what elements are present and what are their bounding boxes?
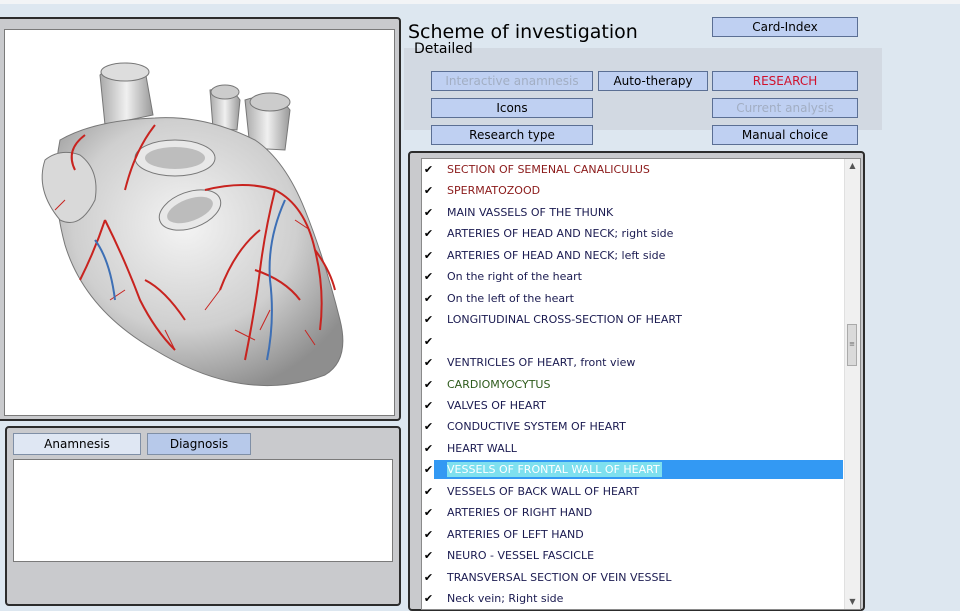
list-item-label: ARTERIES OF LEFT HAND [447,527,584,541]
list-item-label: ARTERIES OF HEAD AND NECK; left side [447,248,666,262]
list-item[interactable]: ✔ ARTERIES OF LEFT HAND [422,524,845,545]
checkmark-icon[interactable]: ✔ [422,163,435,176]
checkmark-icon[interactable]: ✔ [422,549,435,562]
list-item[interactable]: ✔ VALVES OF HEART [422,395,845,416]
list-item[interactable]: ✔ HEART WALL [422,438,845,459]
checkmark-icon[interactable]: ✔ [422,227,435,240]
checkmark-icon[interactable]: ✔ [422,463,435,476]
image-viewer [4,29,395,416]
list-item[interactable]: ✔ SECTION OF SEMENAL CANALICULUS [422,159,845,180]
list-item[interactable]: ✔ On the left of the heart [422,288,845,309]
checkmark-icon[interactable]: ✔ [422,335,435,348]
list-item[interactable]: ✔ VESSELS OF BACK WALL OF HEART [422,481,845,502]
checkmark-icon[interactable]: ✔ [422,249,435,262]
list-item-label: CARDIOMYOCYTUS [447,377,551,391]
list-item-label: ARTERIES OF RIGHT HAND [447,506,593,520]
list-item[interactable]: ✔ MAIN VASSELS OF THE THUNK [422,202,845,223]
list-item-label: Neck vein; Right side [447,592,564,605]
list-item-label: MAIN VASSELS OF THE THUNK [447,205,614,219]
list-item[interactable]: ✔ LONGITUDINAL CROSS-SECTION OF HEART [422,309,845,330]
list-item[interactable]: ✔ ARTERIES OF HEAD AND NECK; right side [422,223,845,244]
list-item[interactable]: ✔ VENTRICLES OF HEART, front view [422,352,845,373]
checkmark-icon[interactable]: ✔ [422,592,435,605]
list-item-label: CONDUCTIVE SYSTEM OF HEART [447,420,626,434]
auto-therapy-button[interactable]: Auto-therapy [598,71,708,91]
checkmark-icon[interactable]: ✔ [422,442,435,455]
list-item-label: HEART WALL [447,441,517,455]
checkmark-icon[interactable]: ✔ [422,485,435,498]
checkmark-icon[interactable]: ✔ [422,356,435,369]
checkmark-icon[interactable]: ✔ [422,420,435,433]
image-panel [0,17,401,421]
top-strip [0,0,960,4]
list-item-label: VENTRICLES OF HEART, front view [447,356,636,370]
tab-anamnesis[interactable]: Anamnesis [13,433,141,455]
list-item[interactable]: ✔ VESSELS OF FRONTAL WALL OF HEART [422,459,845,480]
list-item[interactable]: ✔ [422,331,845,352]
checkmark-icon[interactable]: ✔ [422,184,435,197]
card-index-button[interactable]: Card-Index [712,17,858,37]
list-item-label: NEURO - VESSEL FASCICLE [447,549,595,563]
list-item[interactable]: ✔ On the right of the heart [422,266,845,287]
arrow-up-icon[interactable]: ▲ [845,159,860,173]
arrow-down-icon[interactable]: ▼ [845,595,860,609]
list-item-label: SPERMATOZOOD [447,184,541,198]
scrollbar-thumb[interactable]: ≡ [847,324,857,366]
notes-text-area[interactable] [13,459,393,562]
checkmark-icon[interactable]: ✔ [422,270,435,283]
research-type-button[interactable]: Research type [431,125,593,145]
list-panel: ✔ SECTION OF SEMENAL CANALICULUS ✔ SPERMATO… [408,151,865,611]
list-item-label: VESSELS OF BACK WALL OF HEART [447,484,640,498]
grip-icon: ≡ [849,340,855,348]
icons-button[interactable]: Icons [431,98,593,118]
page-subtitle: Detailed [414,41,473,57]
list-item-label: On the left of the heart [447,291,574,305]
notes-panel: Anamnesis Diagnosis [5,426,401,606]
list-item-label: VESSELS OF FRONTAL WALL OF HEART [447,462,662,478]
list-item-label: SECTION OF SEMENAL CANALICULUS [447,163,650,176]
tab-diagnosis[interactable]: Diagnosis [147,433,251,455]
manual-choice-button[interactable]: Manual choice [712,125,858,145]
checkmark-icon[interactable]: ✔ [422,292,435,305]
list-item[interactable]: ✔ ARTERIES OF HEAD AND NECK; left side [422,245,845,266]
checkmark-icon[interactable]: ✔ [422,571,435,584]
current-analysis-button[interactable]: Current analysis [712,98,858,118]
checkmark-icon[interactable]: ✔ [422,528,435,541]
list-item[interactable]: ✔ ARTERIES OF RIGHT HAND [422,502,845,523]
list-scrollbar[interactable]: ▲ ≡ ▼ [844,159,860,609]
list-item[interactable]: ✔ CARDIOMYOCYTUS [422,374,845,395]
list-item[interactable]: ✔ SPERMATOZOOD [422,180,845,201]
list-item[interactable]: ✔ Neck vein; Right side [422,588,845,609]
list-item[interactable]: ✔ NEURO - VESSEL FASCICLE [422,545,845,566]
research-button[interactable]: RESEARCH [712,71,858,91]
interactive-anamnesis-button[interactable]: Interactive anamnesis [431,71,593,91]
checkmark-icon[interactable]: ✔ [422,399,435,412]
list-item-label: On the right of the heart [447,270,582,284]
list-item-label: VALVES OF HEART [447,398,547,412]
list-item-label: TRANSVERSAL SECTION OF VEIN VESSEL [447,570,672,584]
checkmark-icon[interactable]: ✔ [422,378,435,391]
list-item-label: ARTERIES OF HEAD AND NECK; right side [447,227,674,241]
checkmark-icon[interactable]: ✔ [422,206,435,219]
page-title: Scheme of investigation [408,21,638,43]
list-item-label: LONGITUDINAL CROSS-SECTION OF HEART [447,313,682,327]
list-item[interactable]: ✔ TRANSVERSAL SECTION OF VEIN VESSEL [422,567,845,588]
heart-illustration [41,62,344,387]
list-item[interactable]: ✔ CONDUCTIVE SYSTEM OF HEART [422,416,845,437]
checkmark-icon[interactable]: ✔ [422,313,435,326]
checkmark-icon[interactable]: ✔ [422,506,435,519]
research-list: ✔ SECTION OF SEMENAL CANALICULUS ✔ SPERMATO… [421,158,861,610]
